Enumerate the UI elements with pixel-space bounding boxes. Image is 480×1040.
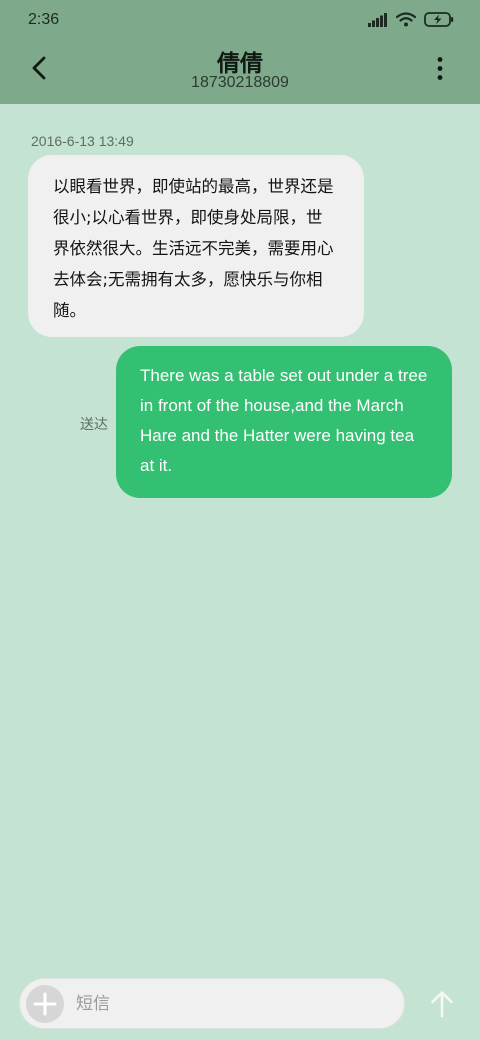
arrow-up-icon bbox=[431, 991, 453, 1018]
battery-charging-icon bbox=[424, 12, 454, 27]
outgoing-message-bubble[interactable]: There was a table set out under a tree i… bbox=[116, 346, 452, 498]
contact-name: 倩倩 bbox=[217, 51, 263, 77]
message-composer bbox=[19, 978, 405, 1029]
message-timestamp: 2016-6-13 13:49 bbox=[31, 133, 134, 149]
sms-input[interactable] bbox=[76, 979, 386, 1028]
signal-icon bbox=[368, 12, 387, 27]
send-button[interactable] bbox=[428, 989, 456, 1019]
more-vertical-icon bbox=[437, 57, 443, 80]
incoming-message-bubble[interactable]: 以眼看世界，即使站的最高，世界还是很小;以心看世界，即使身处局限，世界依然很大。… bbox=[28, 155, 364, 337]
wifi-icon bbox=[396, 12, 416, 27]
more-options-button[interactable] bbox=[430, 56, 450, 82]
plus-icon bbox=[33, 992, 57, 1016]
status-icons bbox=[368, 12, 454, 27]
delivery-status: 送达 bbox=[80, 417, 108, 433]
add-attachment-button[interactable] bbox=[26, 985, 64, 1023]
app-header: 2:36 倩倩 18730218809 bbox=[0, 0, 480, 104]
status-time: 2:36 bbox=[28, 11, 60, 28]
status-bar: 2:36 bbox=[0, 0, 480, 40]
contact-number: 18730218809 bbox=[191, 74, 289, 91]
